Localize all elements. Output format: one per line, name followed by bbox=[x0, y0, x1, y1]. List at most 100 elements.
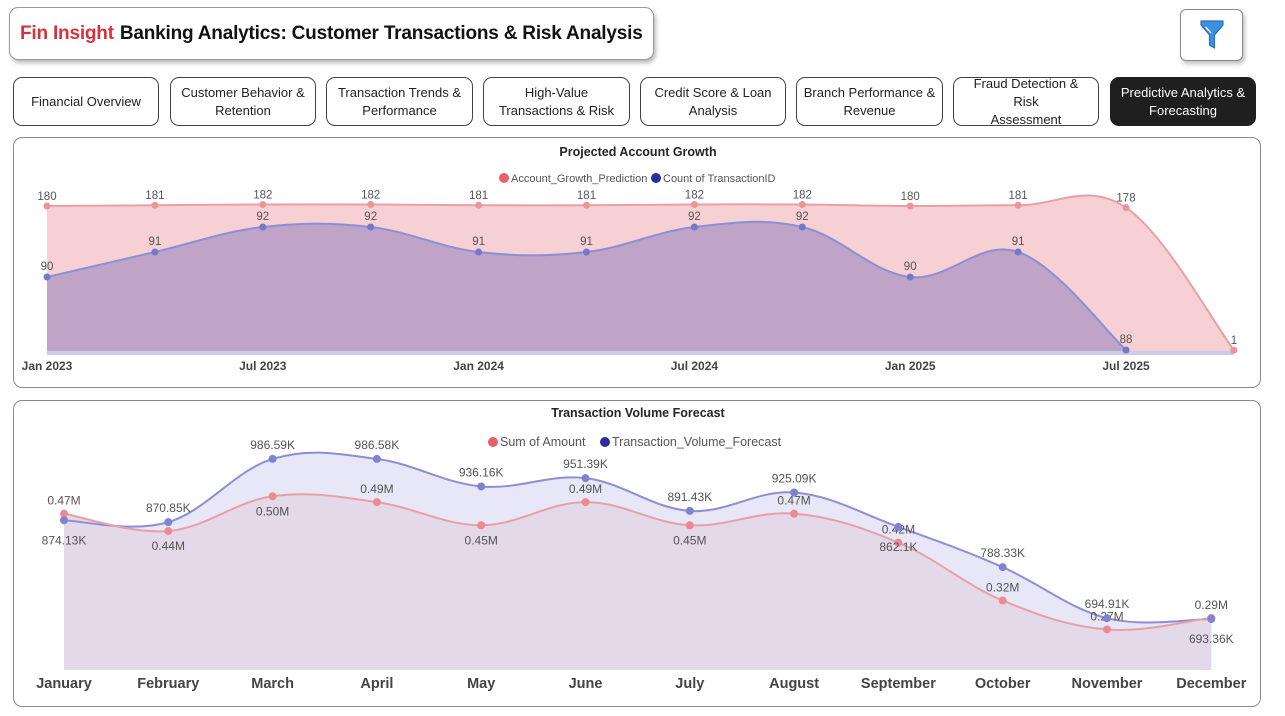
point-transaction-count bbox=[906, 273, 914, 281]
point-transaction-volume-forecast bbox=[477, 482, 486, 491]
x-axis-tick: Jul 2023 bbox=[239, 359, 287, 373]
point-transaction-count bbox=[583, 248, 590, 256]
point-transaction-volume-forecast bbox=[1207, 615, 1216, 624]
tab-2[interactable]: Transaction Trends & Performance bbox=[326, 77, 473, 126]
point-transaction-volume-forecast bbox=[164, 518, 173, 527]
data-label-transaction-count: 90 bbox=[41, 261, 54, 273]
data-label-transaction-volume-forecast: 870.85K bbox=[146, 501, 191, 515]
x-axis-tick: December bbox=[1176, 676, 1246, 692]
report-title: Fin Insight Banking Analytics: Customer … bbox=[9, 7, 654, 60]
point-account-growth bbox=[583, 201, 590, 209]
point-sum-of-amount bbox=[685, 521, 694, 530]
point-account-growth bbox=[798, 200, 806, 208]
point-transaction-count bbox=[1014, 248, 1022, 256]
transaction-volume-forecast-chart: Transaction Volume Forecast Sum of Amount… bbox=[13, 400, 1261, 707]
data-label-transaction-count: 91 bbox=[580, 236, 593, 248]
chart-title: Projected Account Growth bbox=[559, 145, 716, 159]
tab-4[interactable]: Credit Score & Loan Analysis bbox=[640, 77, 786, 126]
legend-label-transaction-volume-forecast: Transaction_Volume_Forecast bbox=[612, 435, 782, 449]
tab-7[interactable]: Predictive Analytics & Forecasting bbox=[1110, 77, 1256, 126]
data-label-sum-of-amount: 0.49M bbox=[360, 482, 393, 496]
axis-baseline bbox=[47, 351, 1234, 355]
x-axis-tick: June bbox=[569, 676, 603, 692]
data-label-sum-of-amount: 0.50M bbox=[256, 504, 289, 518]
point-account-growth bbox=[690, 200, 698, 208]
data-label-sum-of-amount: 0.45M bbox=[673, 533, 706, 547]
x-axis-tick: April bbox=[360, 676, 393, 692]
data-label-transaction-count: 90 bbox=[904, 261, 917, 273]
data-label-account-growth: 1 bbox=[1231, 335, 1237, 347]
x-axis-tick: Jan 2025 bbox=[885, 359, 936, 373]
data-label-transaction-count: 92 bbox=[364, 211, 377, 223]
point-transaction-count bbox=[1122, 346, 1130, 354]
data-label-transaction-volume-forecast: 986.59K bbox=[250, 438, 295, 452]
point-account-growth bbox=[1122, 204, 1130, 212]
data-label-account-growth: 178 bbox=[1116, 193, 1135, 205]
point-transaction-volume-forecast bbox=[894, 522, 903, 531]
point-account-growth bbox=[259, 200, 267, 208]
filter-button[interactable] bbox=[1180, 9, 1243, 61]
legend-marker-account-growth bbox=[499, 173, 509, 183]
data-label-transaction-count: 91 bbox=[1012, 236, 1025, 248]
x-axis-tick: July bbox=[675, 676, 704, 692]
x-axis-tick: May bbox=[467, 676, 495, 692]
point-sum-of-amount bbox=[268, 492, 277, 501]
legend-marker-transaction-count bbox=[651, 173, 661, 183]
legend-label-transaction-count: Count of TransactionID bbox=[663, 173, 776, 185]
point-account-growth bbox=[475, 201, 483, 209]
point-transaction-volume-forecast bbox=[685, 506, 694, 515]
tab-6[interactable]: Fraud Detection & Risk Assessment bbox=[953, 76, 1099, 127]
x-axis-tick: August bbox=[769, 676, 819, 692]
x-axis-tick: March bbox=[251, 676, 294, 692]
data-label-transaction-volume-forecast: 874.13K bbox=[42, 533, 87, 547]
legend-marker-sum-of-amount bbox=[488, 437, 498, 447]
data-label-account-growth: 180 bbox=[37, 191, 56, 203]
point-sum-of-amount bbox=[164, 527, 173, 536]
point-sum-of-amount bbox=[790, 509, 799, 518]
transaction-volume-forecast-svg: Transaction Volume Forecast Sum of Amount… bbox=[36, 406, 1247, 692]
data-label-account-growth: 182 bbox=[793, 189, 812, 201]
data-label-account-growth: 181 bbox=[577, 190, 596, 202]
point-account-growth bbox=[1014, 201, 1022, 209]
tab-3[interactable]: High-Value Transactions & Risk bbox=[483, 77, 630, 126]
point-sum-of-amount bbox=[477, 521, 486, 530]
tab-0[interactable]: Financial Overview bbox=[13, 77, 159, 126]
x-axis-tick: November bbox=[1072, 676, 1143, 692]
point-transaction-count bbox=[475, 248, 483, 256]
point-transaction-count bbox=[43, 273, 51, 281]
point-account-growth bbox=[1230, 346, 1238, 354]
tab-1[interactable]: Customer Behavior & Retention bbox=[170, 77, 316, 126]
data-label-transaction-count: 88 bbox=[1120, 334, 1133, 346]
page-navigation: Financial Overview Customer Behavior & Re… bbox=[0, 76, 1285, 127]
data-label-transaction-volume-forecast: 986.58K bbox=[355, 438, 400, 452]
data-label-transaction-volume-forecast: 891.43K bbox=[667, 490, 712, 504]
tab-5[interactable]: Branch Performance & Revenue bbox=[796, 77, 943, 126]
point-transaction-volume-forecast bbox=[1103, 614, 1111, 623]
data-label-transaction-volume-forecast: 694.91K bbox=[1085, 597, 1130, 611]
projected-account-growth-chart: Projected Account Growth Account_Growth_P… bbox=[13, 137, 1261, 388]
data-label-transaction-volume-forecast: 936.16K bbox=[459, 465, 504, 479]
data-label-sum-of-amount: 0.44M bbox=[152, 539, 185, 553]
data-label-transaction-count: 92 bbox=[256, 211, 269, 223]
data-label-account-growth: 180 bbox=[901, 191, 920, 203]
point-transaction-volume-forecast bbox=[998, 563, 1007, 572]
funnel-icon bbox=[1199, 20, 1224, 49]
point-account-growth bbox=[906, 202, 914, 210]
point-sum-of-amount bbox=[581, 498, 590, 507]
point-transaction-count bbox=[259, 223, 267, 231]
x-axis-tick: Jul 2025 bbox=[1102, 359, 1150, 373]
data-label-transaction-count: 92 bbox=[688, 211, 701, 223]
chart-title: Transaction Volume Forecast bbox=[551, 406, 725, 420]
point-transaction-volume-forecast bbox=[268, 454, 277, 463]
data-label-transaction-volume-forecast: 788.33K bbox=[980, 546, 1025, 560]
legend-label-sum-of-amount: Sum of Amount bbox=[500, 435, 586, 449]
brand-name: Fin Insight bbox=[20, 22, 114, 44]
data-label-transaction-count: 91 bbox=[472, 236, 485, 248]
point-transaction-count bbox=[367, 223, 375, 231]
x-axis-tick: Jan 2024 bbox=[453, 359, 504, 373]
data-label-sum-of-amount: 0.49M bbox=[569, 482, 602, 496]
point-sum-of-amount bbox=[998, 596, 1007, 605]
data-label-sum-of-amount: 0.32M bbox=[986, 581, 1019, 595]
point-sum-of-amount bbox=[372, 498, 381, 507]
data-label-sum-of-amount: 0.29M bbox=[1195, 598, 1228, 612]
